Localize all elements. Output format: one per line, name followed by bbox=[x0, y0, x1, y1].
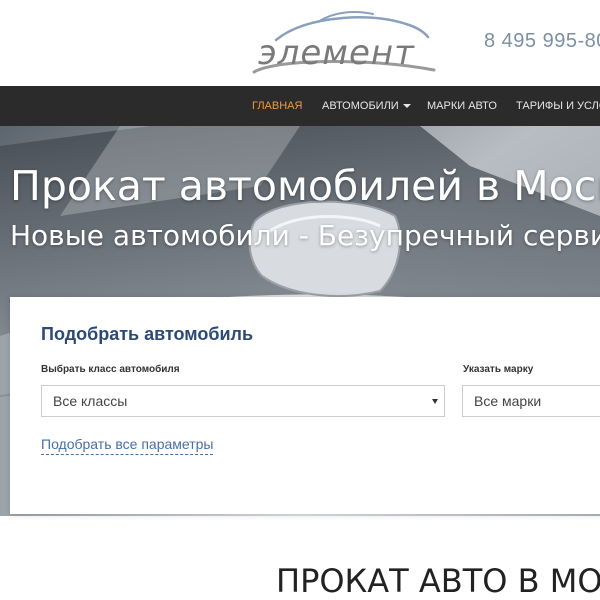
class-select[interactable]: Все классы bbox=[41, 385, 445, 417]
nav-item-home[interactable]: ГЛАВНАЯ bbox=[252, 86, 302, 126]
main-nav: ГЛАВНАЯ АВТОМОБИЛИ МАРКИ АВТО ТАРИФЫ И У… bbox=[0, 86, 600, 126]
phone-number[interactable]: 8 495 995-80 bbox=[484, 30, 600, 53]
nav-item-cars[interactable]: АВТОМОБИЛИ bbox=[322, 86, 411, 126]
class-select-value: Все классы bbox=[53, 393, 128, 409]
nav-item-label: АВТОМОБИЛИ bbox=[322, 100, 399, 112]
caret-down-icon bbox=[402, 104, 411, 109]
hero-subtitle: Новые автомобили - Безупречный сервис bbox=[10, 219, 600, 252]
all-params-link[interactable]: Подобрать все параметры bbox=[41, 436, 214, 455]
section-heading: ПРОКАТ АВТО В МОС bbox=[276, 562, 600, 600]
nav-item-brands[interactable]: МАРКИ АВТО bbox=[427, 86, 497, 126]
brand-label: Указать марку bbox=[463, 364, 534, 375]
top-header: элемент 8 495 995-80 bbox=[0, 0, 600, 86]
car-search-panel: Подобрать автомобиль Выбрать класс автом… bbox=[10, 297, 600, 514]
logo-wordmark: элемент bbox=[258, 33, 415, 73]
site-logo[interactable]: элемент bbox=[248, 6, 438, 78]
brand-select[interactable]: Все марки bbox=[462, 385, 600, 417]
caret-down-icon bbox=[432, 399, 438, 404]
search-panel-title: Подобрать автомобиль bbox=[41, 324, 254, 344]
nav-item-tariffs[interactable]: ТАРИФЫ И УСЛО bbox=[516, 86, 600, 126]
car-logo-icon: элемент bbox=[252, 11, 436, 74]
class-label: Выбрать класс автомобиля bbox=[41, 364, 180, 375]
hero-title: Прокат автомобилей в Моск bbox=[10, 162, 600, 210]
brand-select-value: Все марки bbox=[474, 393, 542, 409]
